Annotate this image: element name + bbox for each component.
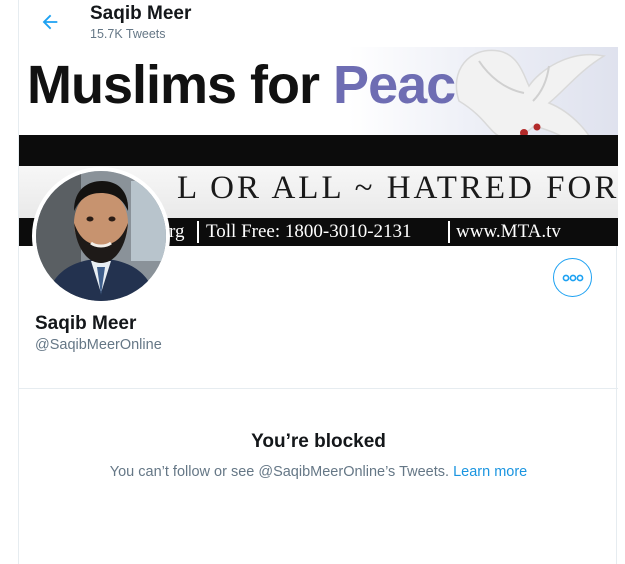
more-options-button[interactable]: [553, 258, 592, 297]
banner-footer-site: www.MTA.tv: [456, 221, 561, 242]
avatar-photo: [36, 171, 166, 301]
header-title: Saqib Meer: [90, 3, 192, 24]
blocked-title: You’re blocked: [251, 431, 386, 452]
blocked-message: You can’t follow or see @SaqibMeerOnline…: [19, 464, 618, 480]
profile-name: Saqib Meer: [35, 313, 137, 334]
more-dots-icon: [562, 274, 583, 281]
banner-black-band: [19, 135, 618, 166]
banner-separator: [197, 221, 199, 243]
banner-footer-phone: Toll Free: 1800-3010-2131: [206, 221, 412, 242]
learn-more-link[interactable]: Learn more: [453, 464, 527, 480]
banner-title: Muslims for Peace: [27, 53, 485, 117]
arrow-left-icon: [42, 14, 58, 30]
profile-handle: @SaqibMeerOnline: [35, 337, 162, 353]
banner-title-text: Muslims for: [27, 55, 334, 115]
avatar[interactable]: [32, 167, 170, 305]
tweet-count: 15.7K Tweets: [90, 27, 166, 41]
back-button[interactable]: [35, 7, 65, 37]
profile-column: Saqib Meer 15.7K Tweets Muslims for Peac…: [18, 0, 618, 564]
blocked-message-text: You can’t follow or see @SaqibMeerOnline…: [109, 464, 454, 480]
banner-motto: L OR ALL ~ HATRED FOR NONE: [177, 170, 618, 206]
section-divider: [19, 388, 618, 389]
banner-separator: [448, 221, 450, 243]
banner-footer-left: rg: [169, 221, 185, 242]
profile-header: Saqib Meer 15.7K Tweets: [19, 0, 618, 47]
